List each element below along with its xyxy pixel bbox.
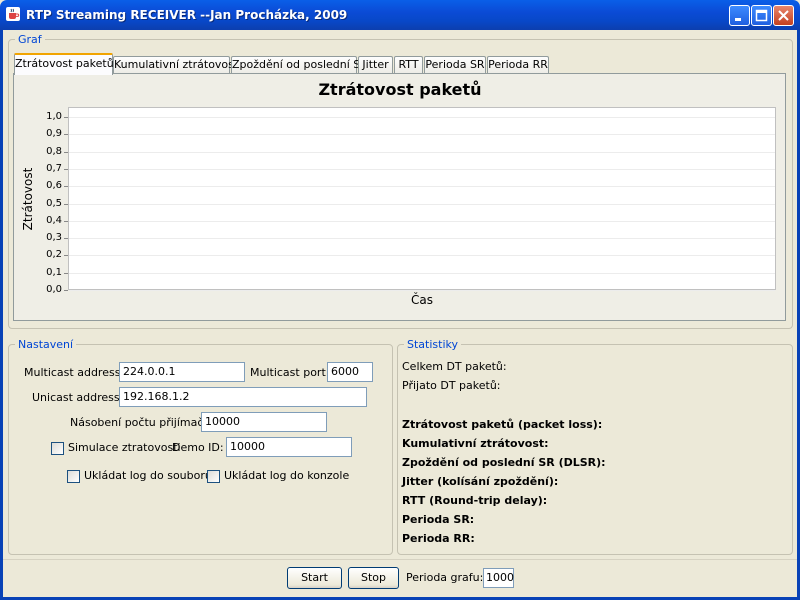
- log-soubor-checkbox[interactable]: [67, 470, 80, 483]
- grid-line: [69, 220, 775, 222]
- y-tick-mark: [64, 203, 68, 205]
- demo-id-label: Demo ID:: [172, 441, 224, 454]
- y-tick-mark: [64, 238, 68, 240]
- java-cup-icon: [6, 7, 20, 21]
- y-tick-label: 0,1: [46, 266, 62, 278]
- maximize-icon: [755, 9, 768, 22]
- y-tick-label: 0,4: [46, 214, 62, 226]
- maximize-button[interactable]: [751, 5, 772, 26]
- grid-line: [69, 255, 775, 257]
- y-tick-mark: [64, 255, 68, 257]
- multicast-address-label: Multicast address:: [24, 366, 125, 379]
- stat-zpozdeni: Zpoždění od poslední SR (DLSR):: [402, 456, 606, 469]
- window-title: RTP Streaming RECEIVER --Jan Procházka, …: [26, 8, 348, 22]
- y-tick-mark: [64, 151, 68, 153]
- tab-ztratovost-paketu[interactable]: Ztrátovost paketů: [14, 53, 114, 75]
- grid-line: [69, 168, 775, 170]
- grid-line: [69, 290, 775, 291]
- close-icon: [778, 10, 789, 21]
- x-axis-label: Čas: [411, 293, 433, 307]
- y-tick-label: 0,3: [46, 232, 62, 244]
- log-soubor-label[interactable]: Ukládat log do souboru: [84, 469, 212, 482]
- demo-id-field[interactable]: 10000: [226, 437, 352, 457]
- grid-line: [69, 151, 775, 153]
- tab-jitter[interactable]: Jitter: [358, 56, 393, 74]
- tab-kumulativni-ztratovost[interactable]: Kumulativní ztrátovost: [113, 56, 238, 74]
- minimize-icon: [735, 18, 741, 21]
- chart-title: Ztrátovost paketů: [318, 80, 482, 99]
- y-tick-label: 0,0: [46, 284, 62, 295]
- multicast-port-field[interactable]: 6000: [327, 362, 373, 382]
- y-tick-mark: [64, 168, 68, 170]
- stop-button[interactable]: Stop: [348, 567, 399, 589]
- stat-celkem-dt: Celkem DT paketů:: [402, 360, 507, 373]
- nasobeni-field[interactable]: 10000: [201, 412, 327, 432]
- y-tick-label: 0,5: [46, 197, 62, 209]
- y-axis-label: Ztrátovost: [21, 167, 35, 231]
- graf-legend: Graf: [15, 33, 45, 46]
- perioda-grafu-field[interactable]: 1000: [483, 568, 514, 588]
- y-tick-mark: [64, 134, 68, 136]
- title-bar[interactable]: RTP Streaming RECEIVER --Jan Procházka, …: [0, 0, 800, 30]
- y-tick-label: 0,9: [46, 128, 62, 140]
- tab-zpozdeni-od-posledni-sr[interactable]: Zpoždění od poslední SR: [231, 56, 368, 74]
- y-tick-label: 0,7: [46, 162, 62, 174]
- stat-prijato-dt: Přijato DT paketů:: [402, 379, 501, 392]
- stat-perioda-rr: Perioda RR:: [402, 532, 475, 545]
- stat-kumulativni: Kumulativní ztrátovost:: [402, 437, 549, 450]
- tab-rtt[interactable]: RTT: [394, 56, 423, 74]
- nasobeni-label: Násobení počtu přijímačů:: [70, 416, 215, 429]
- unicast-address-field[interactable]: 192.168.1.2: [119, 387, 367, 407]
- y-tick-mark: [64, 220, 68, 222]
- y-tick-label: 1,0: [46, 111, 62, 122]
- y-tick-label: 0,2: [46, 249, 62, 261]
- multicast-port-label: Multicast port:: [250, 366, 330, 379]
- y-tick-mark: [64, 117, 68, 118]
- y-tick-mark: [64, 290, 68, 291]
- chart-plot-area: [68, 107, 776, 291]
- grid-line: [69, 134, 775, 136]
- stat-rtt: RTT (Round-trip delay):: [402, 494, 548, 507]
- grid-line: [69, 117, 775, 118]
- window-border-left: [0, 30, 3, 600]
- tab-perioda-rr[interactable]: Perioda RR: [487, 56, 549, 74]
- stat-jitter: Jitter (kolísání zpoždění):: [402, 475, 559, 488]
- y-tick-label: 0,8: [46, 145, 62, 157]
- simulace-checkbox[interactable]: [51, 442, 64, 455]
- tab-perioda-sr[interactable]: Perioda SR: [424, 56, 486, 74]
- log-konzole-label[interactable]: Ukládat log do konzole: [224, 469, 349, 482]
- y-tick-mark: [64, 186, 68, 188]
- perioda-grafu-label: Perioda grafu:: [406, 571, 484, 584]
- multicast-address-field[interactable]: 224.0.0.1: [119, 362, 245, 382]
- grid-line: [69, 238, 775, 240]
- simulace-label[interactable]: Simulace ztratovosti: [68, 441, 181, 454]
- grid-line: [69, 203, 775, 205]
- nastaveni-legend: Nastavení: [15, 338, 77, 351]
- grid-line: [69, 272, 775, 274]
- grid-line: [69, 186, 775, 188]
- start-button[interactable]: Start: [287, 567, 342, 589]
- stat-ztratovost: Ztrátovost paketů (packet loss):: [402, 418, 603, 431]
- y-tick-mark: [64, 272, 68, 274]
- y-tick-label: 0,6: [46, 180, 62, 192]
- stat-perioda-sr: Perioda SR:: [402, 513, 475, 526]
- statistiky-legend: Statistiky: [404, 338, 461, 351]
- minimize-button[interactable]: [729, 5, 750, 26]
- close-button[interactable]: [773, 5, 794, 26]
- log-konzole-checkbox[interactable]: [207, 470, 220, 483]
- unicast-address-label: Unicast address:: [32, 391, 124, 404]
- bottom-separator: [3, 559, 797, 560]
